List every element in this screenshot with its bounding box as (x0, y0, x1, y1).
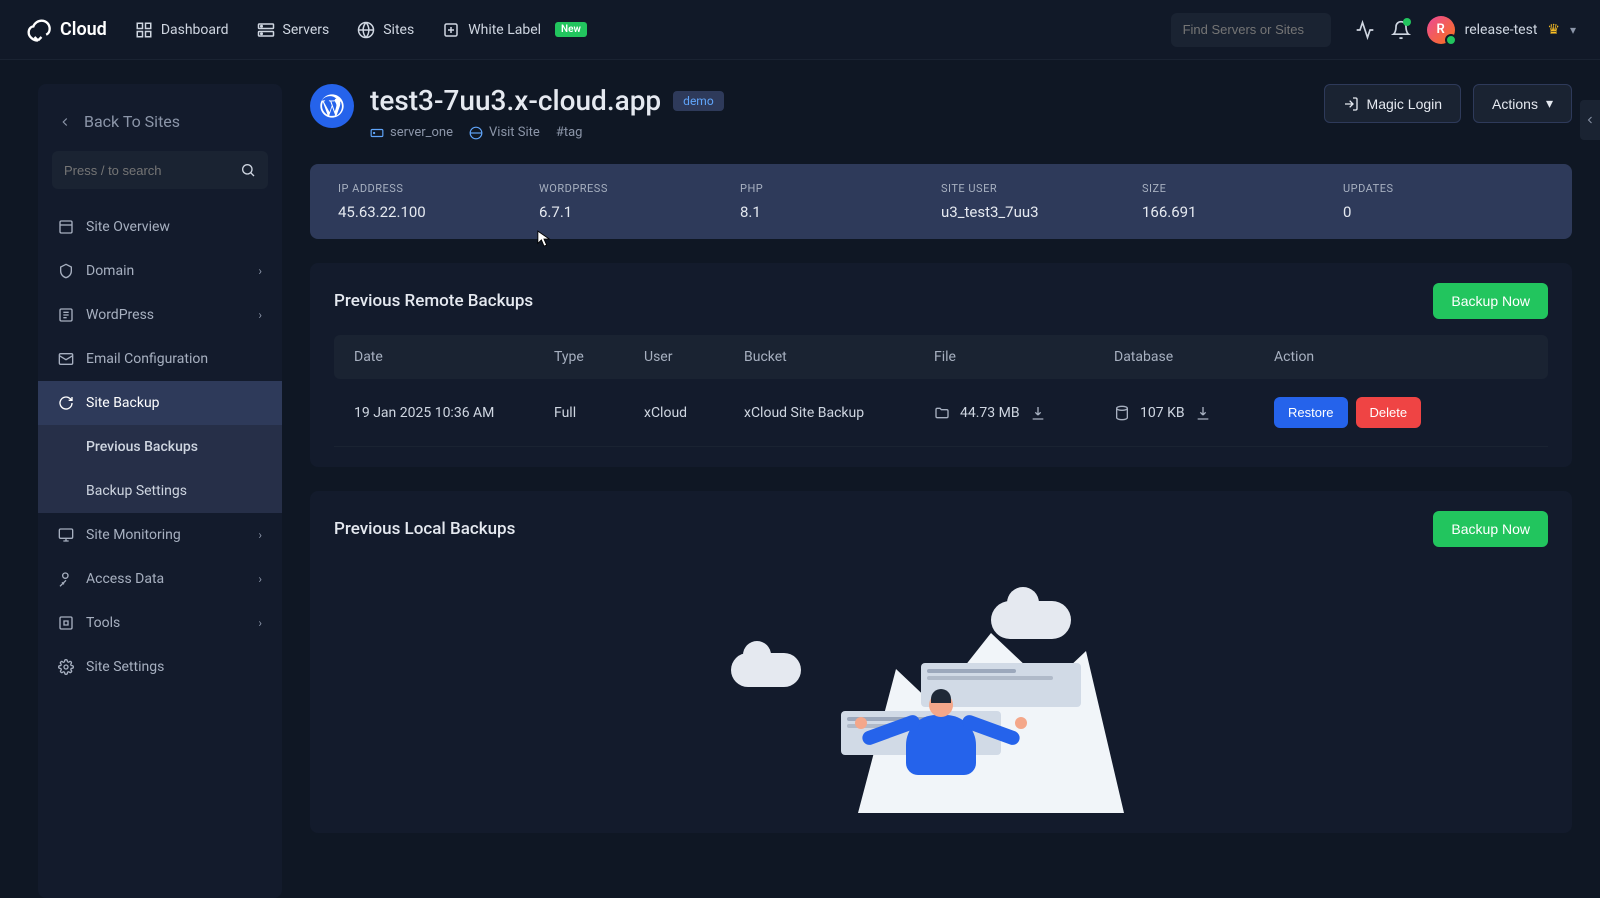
brand-logo[interactable]: Cloud (24, 16, 107, 44)
chevron-down-icon: ▾ (1570, 23, 1576, 37)
global-search[interactable] (1171, 13, 1331, 47)
cell-type: Full (554, 405, 644, 421)
restore-button[interactable]: Restore (1274, 397, 1348, 428)
sidebar-sub-previous-backups[interactable]: Previous Backups (38, 425, 282, 469)
stat-wp-label: WORDPRESS (539, 182, 740, 195)
right-panel-toggle[interactable] (1580, 100, 1600, 140)
main-content: test3-7uu3.x-cloud.app demo server_one V… (282, 60, 1600, 898)
nav-sites[interactable]: Sites (357, 21, 414, 39)
local-backup-now-button[interactable]: Backup Now (1433, 511, 1548, 547)
chevron-right-icon: › (258, 572, 262, 586)
download-file-icon[interactable] (1030, 405, 1046, 421)
sidebar-item-email[interactable]: Email Configuration (38, 337, 282, 381)
sidebar-item-monitoring[interactable]: Site Monitoring › (38, 513, 282, 557)
remote-backups-title: Previous Remote Backups (334, 291, 533, 311)
remote-backup-now-button[interactable]: Backup Now (1433, 283, 1548, 319)
local-backups-panel: Previous Local Backups Backup Now (310, 491, 1572, 833)
site-title: test3-7uu3.x-cloud.app (370, 84, 661, 117)
empty-illustration (701, 593, 1181, 813)
avatar: R (1427, 16, 1455, 44)
stat-updates: 0 (1343, 203, 1544, 221)
crown-icon: ♛ (1547, 22, 1560, 38)
cell-file-size: 44.73 MB (960, 405, 1020, 421)
back-to-sites[interactable]: Back To Sites (38, 112, 282, 151)
sidebar-item-access[interactable]: Access Data › (38, 557, 282, 601)
sidebar-item-domain[interactable]: Domain › (38, 249, 282, 293)
site-header: test3-7uu3.x-cloud.app demo server_one V… (310, 84, 1572, 140)
server-link[interactable]: server_one (370, 125, 453, 140)
nav-servers[interactable]: Servers (257, 21, 330, 39)
wordpress-icon (310, 84, 354, 128)
brand-name: Cloud (60, 19, 107, 40)
chevron-right-icon: › (258, 616, 262, 630)
stat-ip: 45.63.22.100 (338, 203, 539, 221)
sidebar-sub-backup-settings[interactable]: Backup Settings (38, 469, 282, 513)
topnav: Dashboard Servers Sites White Label New (135, 21, 1171, 39)
chevron-right-icon: › (258, 264, 262, 278)
table-row: 19 Jan 2025 10:36 AM Full xCloud xCloud … (334, 379, 1548, 447)
table-header: Date Type User Bucket File Database Acti… (334, 335, 1548, 379)
cell-user: xCloud (644, 405, 744, 421)
magic-login-button[interactable]: Magic Login (1324, 84, 1462, 123)
stat-ip-label: IP ADDRESS (338, 182, 539, 195)
stat-wp: 6.7.1 (539, 203, 740, 221)
cell-date: 19 Jan 2025 10:36 AM (354, 405, 554, 421)
empty-state (334, 563, 1548, 813)
stat-php: 8.1 (740, 203, 941, 221)
chevron-right-icon: › (258, 528, 262, 542)
sidebar: Back To Sites Site Overview Domain › Wor… (38, 84, 282, 898)
download-db-icon[interactable] (1195, 405, 1211, 421)
visit-site-link[interactable]: Visit Site (469, 125, 540, 140)
demo-badge: demo (673, 91, 724, 111)
notifications-icon[interactable] (1383, 12, 1419, 48)
nav-whitelabel[interactable]: White Label New (442, 21, 587, 39)
local-backups-title: Previous Local Backups (334, 519, 515, 539)
stat-user: u3_test3_7uu3 (941, 203, 1142, 221)
sidebar-search-input[interactable] (64, 163, 240, 178)
sidebar-item-wordpress[interactable]: WordPress › (38, 293, 282, 337)
user-menu[interactable]: R release-test ♛ ▾ (1427, 16, 1576, 44)
stat-size-label: SIZE (1142, 182, 1343, 195)
global-search-input[interactable] (1183, 22, 1359, 37)
search-icon (240, 161, 256, 179)
user-name: release-test (1465, 22, 1538, 38)
remote-backups-panel: Previous Remote Backups Backup Now Date … (310, 263, 1572, 467)
sidebar-item-settings[interactable]: Site Settings (38, 645, 282, 689)
chevron-down-icon: ▾ (1546, 95, 1553, 112)
stat-size: 166.691 (1142, 203, 1343, 221)
delete-button[interactable]: Delete (1356, 397, 1422, 428)
sidebar-item-backup[interactable]: Site Backup (38, 381, 282, 425)
stat-user-label: SITE USER (941, 182, 1142, 195)
database-icon (1114, 405, 1130, 421)
actions-dropdown[interactable]: Actions ▾ (1473, 84, 1572, 123)
cell-db-size: 107 KB (1140, 405, 1185, 421)
folder-icon (934, 405, 950, 421)
stat-php-label: PHP (740, 182, 941, 195)
sidebar-item-tools[interactable]: Tools › (38, 601, 282, 645)
cell-bucket: xCloud Site Backup (744, 405, 934, 421)
topbar: Cloud Dashboard Servers Sites White Labe… (0, 0, 1600, 60)
new-badge: New (555, 22, 587, 37)
stats-bar: IP ADDRESS 45.63.22.100 WORDPRESS 6.7.1 PH… (310, 164, 1572, 239)
tag-label[interactable]: #tag (556, 125, 583, 140)
nav-dashboard[interactable]: Dashboard (135, 21, 229, 39)
stat-updates-label: UPDATES (1343, 182, 1544, 195)
sidebar-search[interactable] (52, 151, 268, 189)
sidebar-item-overview[interactable]: Site Overview (38, 205, 282, 249)
activity-icon[interactable] (1347, 12, 1383, 48)
notification-dot (1403, 18, 1411, 26)
chevron-right-icon: › (258, 308, 262, 322)
